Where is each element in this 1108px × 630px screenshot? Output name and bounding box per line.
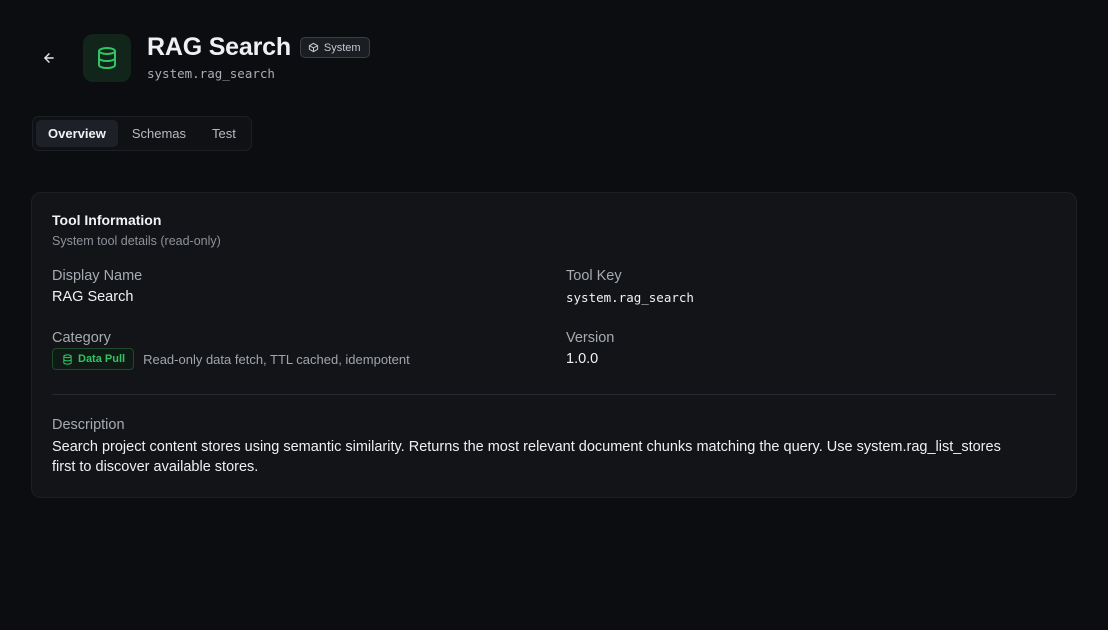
tool-key-subtitle: system.rag_search [147,66,275,81]
tool-information-card: Tool Information System tool details (re… [31,192,1077,498]
version-label: Version [566,330,615,346]
card-subtitle: System tool details (read-only) [52,234,221,248]
tab-overview[interactable]: Overview [36,120,118,147]
card-title: Tool Information [52,212,162,228]
package-icon [308,42,319,53]
page-title: RAG Search [147,33,291,61]
back-button[interactable] [38,48,60,68]
system-badge-label: System [323,41,361,54]
arrow-left-icon [44,53,54,63]
divider [52,394,1056,395]
database-icon [63,353,72,365]
title-row: RAG Search System [147,33,370,62]
category-badge-label: Data Pull [78,353,126,365]
display-name-label: Display Name [52,268,143,284]
tool-key-label: Tool Key [566,268,622,284]
description-text: Search project content stores using sema… [52,439,1001,475]
tab-schemas[interactable]: Schemas [120,120,198,147]
database-icon [98,47,116,69]
category-row: Data Pull Read-only data fetch, TTL cach… [52,348,410,370]
description-label: Description [52,417,125,433]
version-value: 1.0.0 [566,351,599,367]
category-label: Category [52,330,111,346]
tab-bar: Overview Schemas Test [32,116,252,151]
display-name-value: RAG Search [52,289,134,305]
category-description: Read-only data fetch, TTL cached, idempo… [143,351,410,367]
tool-key-value: system.rag_search [566,290,694,305]
tool-icon-tile [83,34,131,82]
page-header: RAG Search System system.rag_search [0,0,1108,110]
tab-test[interactable]: Test [200,120,248,147]
category-badge: Data Pull [52,348,135,370]
system-badge: System [299,37,370,58]
